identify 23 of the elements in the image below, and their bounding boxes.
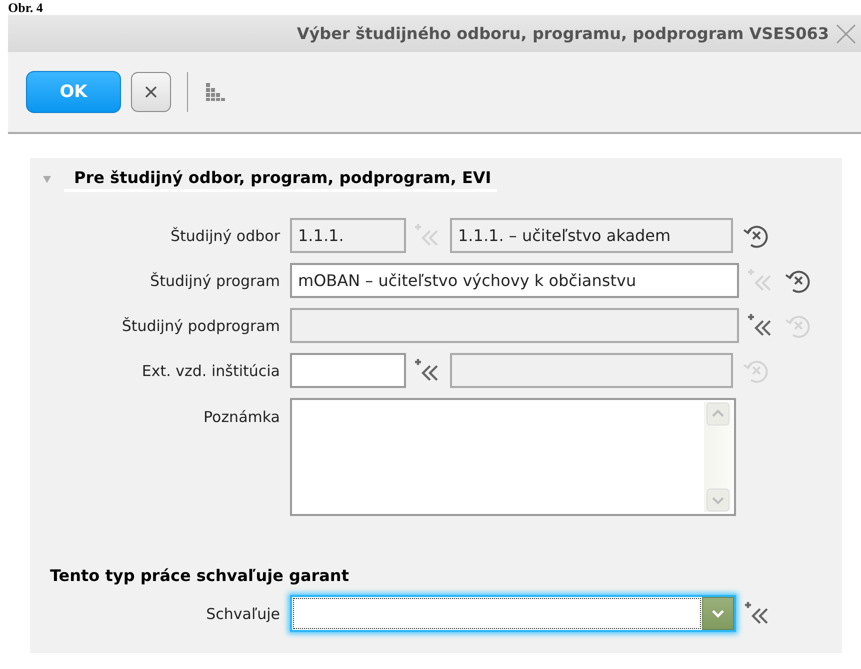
field-label: Schvaľuje [205, 604, 281, 622]
figure-caption: Obr. 4 [7, 0, 44, 15]
cancel-button[interactable] [131, 72, 171, 112]
approver-select[interactable] [290, 595, 736, 632]
field-label: Študijný podprogram [120, 316, 281, 334]
scrollbar[interactable] [704, 402, 732, 512]
window-title: Výber študijného odboru, programu, podprogram VSES063 [296, 24, 829, 43]
scroll-up-button[interactable] [706, 402, 730, 426]
chevron-down-icon [710, 608, 726, 620]
field-label: Ext. vzd. inštitúcia [140, 362, 281, 380]
collapse-triangle-icon[interactable] [42, 174, 52, 184]
section-title: Pre študijný odbor, program, podprogram, EVI [64, 166, 498, 192]
note-textarea[interactable] [290, 398, 736, 516]
field-label: Študijný odbor [170, 226, 281, 244]
field-label: Poznámka [202, 407, 281, 426]
scroll-down-button[interactable] [706, 488, 730, 512]
field-label: Študijný program [149, 272, 281, 290]
input-field[interactable]: mOBAN – učiteľstvo výchovy k občianstvu [290, 263, 739, 298]
code-field[interactable] [290, 353, 406, 388]
close-icon[interactable] [835, 22, 857, 44]
approval-heading: Tento typ práce schvaľuje garant [50, 566, 350, 585]
grid-icon[interactable] [204, 81, 226, 103]
close-icon [144, 85, 158, 99]
